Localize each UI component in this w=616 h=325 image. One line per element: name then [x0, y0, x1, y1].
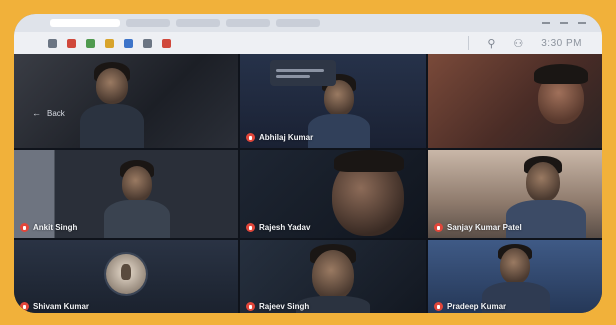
minimize-icon[interactable]	[542, 22, 550, 24]
participant-tile[interactable]: ← Back	[14, 54, 238, 148]
clock-text: 3:30 PM	[541, 37, 582, 49]
participant-name: Shivam Kumar	[33, 302, 90, 311]
divider	[468, 36, 470, 50]
layout-icon[interactable]: ⚲	[487, 37, 495, 50]
participant-name-tag: Rajesh Yadav	[246, 223, 310, 232]
participant-name-tag: Ankit Singh	[20, 223, 77, 232]
popup-line	[276, 74, 310, 78]
participant-name-tag: Rajeev Singh	[246, 302, 309, 311]
browser-toolbar: ⚲ ⚇ 3:30 PM	[14, 32, 602, 54]
back-link[interactable]: ← Back	[32, 108, 65, 118]
browser-tab[interactable]	[50, 19, 120, 27]
back-icon[interactable]	[48, 38, 57, 48]
participant-tile[interactable]: Rajeev Singh	[240, 240, 426, 313]
window-controls	[542, 22, 602, 24]
people-icon[interactable]: ⚇	[513, 37, 523, 50]
browser-tab[interactable]	[276, 19, 320, 27]
participant-name: Abhilaj Kumar	[259, 133, 314, 142]
extension-icon[interactable]	[105, 38, 114, 48]
participant-avatar	[106, 254, 146, 294]
participant-name: Rajesh Yadav	[259, 223, 311, 232]
call-top-controls: ⚲ ⚇ 3:30 PM	[468, 36, 602, 50]
participant-name: Rajeev Singh	[259, 302, 310, 311]
participant-name-tag: Shivam Kumar	[20, 302, 89, 311]
close-icon[interactable]	[578, 22, 586, 24]
participant-tile[interactable]: Sanjay Kumar Patel	[428, 150, 602, 238]
extension-icon[interactable]	[162, 38, 171, 48]
participant-name: Sanjay Kumar Patel	[447, 223, 522, 232]
extension-icon[interactable]	[86, 38, 95, 48]
maximize-icon[interactable]	[560, 22, 568, 24]
mic-off-icon	[246, 302, 255, 311]
mic-off-icon	[246, 223, 255, 232]
back-label: Back	[47, 108, 65, 118]
extension-icon[interactable]	[143, 38, 152, 48]
participant-name: Pradeep Kumar	[447, 302, 507, 311]
arrow-left-icon: ←	[32, 108, 41, 118]
monitor-screen: ⚲ ⚇ 3:30 PM ← Back Abhilaj Kumar Ankit S…	[14, 14, 602, 313]
popup-line	[276, 68, 324, 72]
participant-video	[80, 104, 144, 148]
participant-tile[interactable]: Ankit Singh	[14, 150, 238, 238]
mic-off-icon	[20, 302, 29, 311]
participant-tile[interactable]	[428, 54, 602, 148]
extension-icon[interactable]	[124, 38, 133, 48]
mic-off-icon	[434, 223, 443, 232]
browser-tab[interactable]	[176, 19, 220, 27]
participant-name-tag: Pradeep Kumar	[434, 302, 506, 311]
participant-name-tag: Sanjay Kumar Patel	[434, 223, 522, 232]
mic-off-icon	[246, 133, 255, 142]
mic-off-icon	[20, 223, 29, 232]
participant-name: Ankit Singh	[33, 223, 78, 232]
mic-off-icon	[434, 302, 443, 311]
participant-video	[96, 68, 128, 104]
participant-name-tag: Abhilaj Kumar	[246, 133, 313, 142]
browser-tab[interactable]	[226, 19, 270, 27]
video-grid: ← Back Abhilaj Kumar Ankit Singh Rajesh …	[14, 54, 602, 313]
bookmark-icon[interactable]	[67, 38, 76, 48]
photo-frame: ⚲ ⚇ 3:30 PM ← Back Abhilaj Kumar Ankit S…	[0, 0, 616, 325]
participant-tile[interactable]: Rajesh Yadav	[240, 150, 426, 238]
participant-tile[interactable]: Pradeep Kumar	[428, 240, 602, 313]
browser-tab-bar	[14, 14, 602, 32]
browser-tab[interactable]	[126, 19, 170, 27]
participant-tile[interactable]: Shivam Kumar	[14, 240, 238, 313]
call-info-popup[interactable]	[270, 60, 336, 86]
